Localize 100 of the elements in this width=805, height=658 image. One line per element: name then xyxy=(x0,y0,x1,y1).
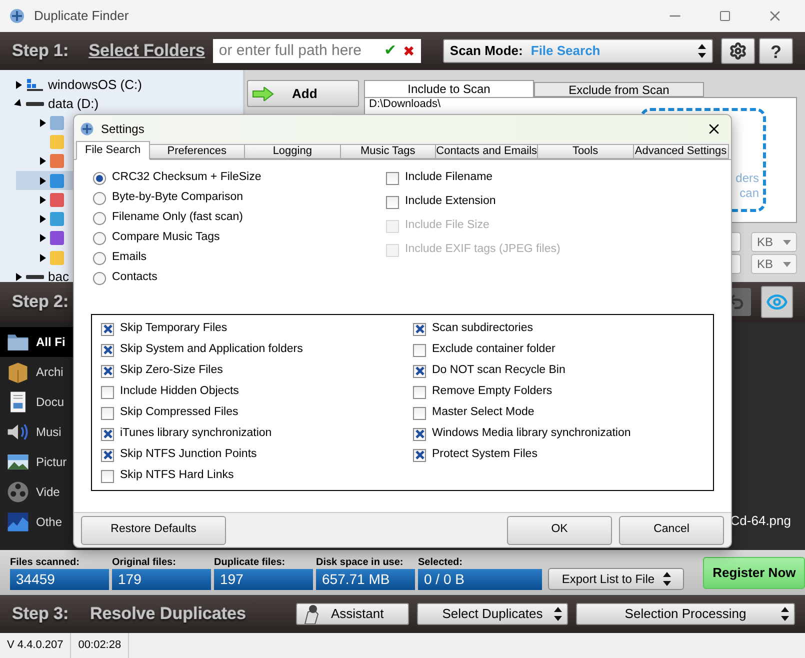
scan-mode-select[interactable]: Scan Mode: File Search xyxy=(442,39,713,63)
checkbox[interactable] xyxy=(413,448,426,462)
tree-item[interactable]: data (D:) xyxy=(48,94,99,114)
checkbox[interactable] xyxy=(101,406,114,420)
settings-tab[interactable]: Music Tags xyxy=(340,144,436,159)
option-label: Include File Size xyxy=(405,218,490,234)
dialog-button[interactable]: Restore Defaults xyxy=(81,516,226,544)
option-label: iTunes library synchronization xyxy=(120,426,272,442)
checkbox[interactable] xyxy=(101,344,114,356)
checkbox[interactable] xyxy=(101,364,114,378)
radio-button[interactable] xyxy=(93,232,106,244)
spinner-icon xyxy=(662,572,671,586)
stat-value: 197 xyxy=(214,568,313,590)
select-folders-link[interactable]: Select Folders xyxy=(88,38,205,64)
scan-tab[interactable]: Exclude from Scan xyxy=(534,82,704,97)
export-button[interactable]: Export List to File xyxy=(548,568,684,590)
option-label: Scan subdirectories xyxy=(432,321,533,336)
confirm-icon[interactable]: ✔ xyxy=(384,40,397,62)
category-item[interactable]: Archi xyxy=(0,357,100,387)
option-label: Remove Empty Folders xyxy=(432,384,552,400)
checkbox[interactable] xyxy=(413,406,426,420)
settings-tab[interactable]: Contacts and Emails xyxy=(436,144,538,159)
option-label: Compare Music Tags xyxy=(112,230,220,246)
option-label: Include EXIF tags (JPEG files) xyxy=(405,242,560,258)
option-label: Master Select Mode xyxy=(432,405,534,420)
stat-label: Duplicate files: xyxy=(214,556,286,568)
file-name[interactable]: Cd-64.png xyxy=(730,510,791,530)
tree-row[interactable] xyxy=(16,170,73,190)
stat-value: 179 xyxy=(112,568,211,590)
category-item[interactable]: Docu xyxy=(0,387,100,417)
help-button[interactable]: ? xyxy=(759,38,793,64)
stat-label: Original files: xyxy=(112,556,177,568)
stat-label: Files scanned: xyxy=(10,556,80,568)
assistant-button[interactable]: Assistant xyxy=(296,603,409,625)
checkbox[interactable] xyxy=(413,364,426,378)
checkbox[interactable] xyxy=(101,470,114,482)
dialog-title: Settings xyxy=(101,120,146,138)
category-item[interactable]: Musi xyxy=(0,417,100,447)
stat-value: 657.71 MB xyxy=(316,568,415,590)
option-label: Include Extension xyxy=(405,194,496,210)
path-field[interactable]: or enter full path here ✔ ✖ xyxy=(212,39,421,63)
checkbox[interactable] xyxy=(386,172,399,184)
checkbox[interactable] xyxy=(413,344,426,356)
dropdown-button[interactable]: Selection Processing xyxy=(576,603,795,625)
checkbox[interactable] xyxy=(413,386,426,398)
option-label: Filename Only (fast scan) xyxy=(112,210,244,226)
option-label: Contacts xyxy=(112,270,158,286)
radio-button[interactable] xyxy=(93,192,106,204)
category-item[interactable]: Pictur xyxy=(0,447,100,477)
unit-select[interactable]: KB xyxy=(751,232,797,252)
windows-drive-icon xyxy=(26,78,44,92)
checkbox[interactable] xyxy=(413,322,426,336)
add-button[interactable]: Add xyxy=(247,80,359,107)
option-label: Do NOT scan Recycle Bin xyxy=(432,363,566,378)
app-logo-icon xyxy=(79,120,95,136)
option-label: Include Hidden Objects xyxy=(120,384,239,400)
stat-value: 34459 xyxy=(10,568,109,590)
settings-button[interactable] xyxy=(721,38,755,64)
radio-button[interactable] xyxy=(93,212,106,224)
radio-button[interactable] xyxy=(93,272,106,284)
settings-tab[interactable]: Tools xyxy=(538,144,634,159)
settings-tab[interactable]: File Search xyxy=(76,141,150,160)
dropdown-button[interactable]: Select Duplicates xyxy=(417,603,568,625)
drop-hint-text: can xyxy=(740,186,759,201)
maximize-icon[interactable] xyxy=(719,10,731,22)
checkbox[interactable] xyxy=(101,428,114,440)
category-item[interactable]: Vide xyxy=(0,477,100,507)
step-title: Resolve Duplicates xyxy=(90,603,247,626)
window-title: Duplicate Finder xyxy=(34,7,129,26)
radio-button[interactable] xyxy=(93,172,106,184)
checkbox[interactable] xyxy=(101,448,114,462)
checkbox[interactable] xyxy=(101,386,114,398)
app-logo-icon xyxy=(8,7,26,25)
drop-hint-text: ders xyxy=(736,171,759,186)
tree-item[interactable]: bac xyxy=(48,267,69,287)
option-label: Exclude container folder xyxy=(432,342,556,358)
settings-tab[interactable]: Advanced Settings xyxy=(634,144,730,159)
status-text: 00:02:28 xyxy=(71,633,130,658)
gear-icon xyxy=(729,42,747,60)
settings-tab[interactable]: Preferences xyxy=(150,144,246,159)
checkbox[interactable] xyxy=(386,196,399,208)
settings-tab[interactable]: Logging xyxy=(245,144,341,159)
unit-select[interactable]: KB xyxy=(751,254,797,274)
option-label: Protect System Files xyxy=(432,447,538,462)
stat-value: 0 / 0 B xyxy=(418,568,542,590)
spinner-icon xyxy=(698,44,706,58)
register-button[interactable]: Register Now xyxy=(703,556,805,588)
checkbox[interactable] xyxy=(101,322,114,336)
tree-item[interactable]: windowsOS (C:) xyxy=(48,74,142,94)
dialog-button[interactable]: OK xyxy=(507,516,612,544)
drive-icon xyxy=(26,100,44,106)
folder-path[interactable]: D:\Downloads\ xyxy=(369,98,636,111)
option-label: Skip Zero-Size Files xyxy=(120,363,223,378)
scan-tab[interactable]: Include to Scan xyxy=(364,80,534,97)
step-label: Step 2: xyxy=(12,291,69,314)
checkbox[interactable] xyxy=(413,428,426,440)
option-label: Include Filename xyxy=(405,170,493,186)
dialog-button[interactable]: Cancel xyxy=(619,516,724,544)
radio-button[interactable] xyxy=(93,252,106,264)
clear-icon[interactable]: ✖ xyxy=(402,40,415,62)
